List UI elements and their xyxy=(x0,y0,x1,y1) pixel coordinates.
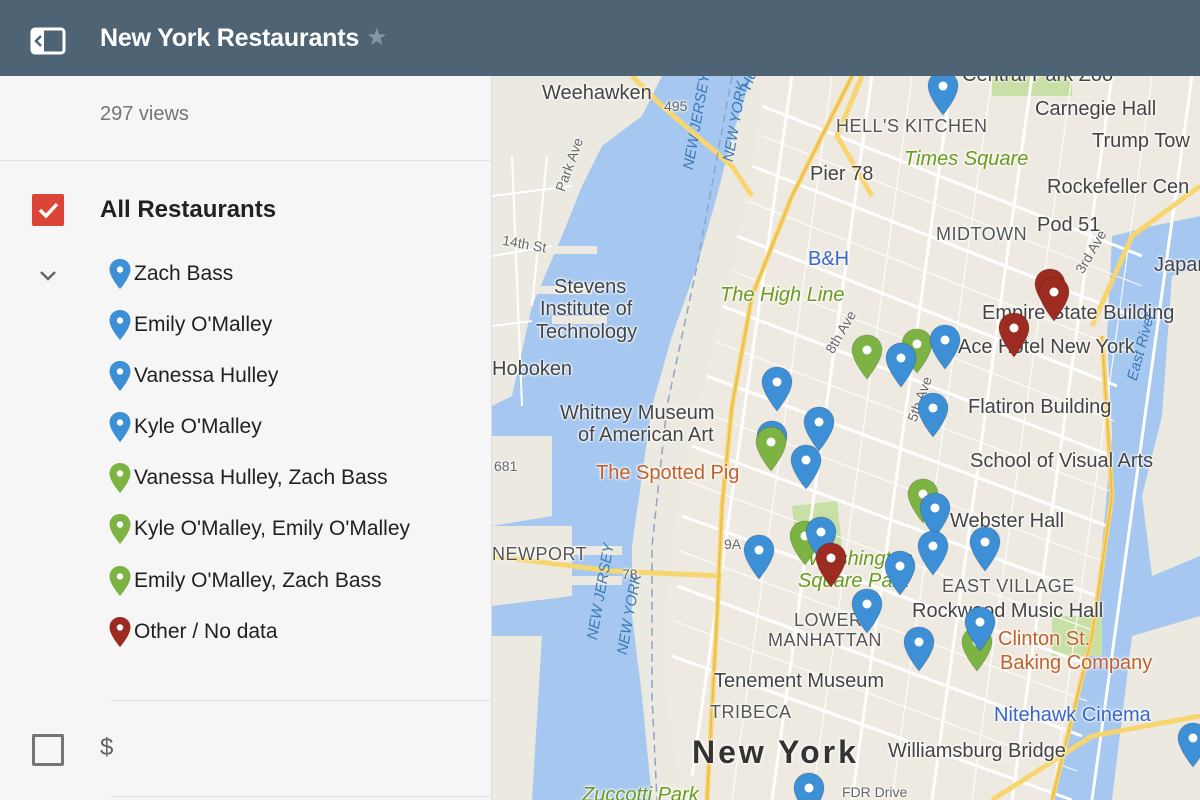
map-label-carnegie-hall: Carnegie Hall xyxy=(1035,98,1157,120)
marker-chelsea-green[interactable] xyxy=(850,334,884,380)
marker-chelsea-2[interactable] xyxy=(884,342,918,388)
map-label-route9a: 9A xyxy=(724,536,742,552)
panel-toggle-icon[interactable] xyxy=(30,27,66,55)
legend-label: Emily O'Malley xyxy=(134,313,273,336)
legend-item[interactable]: Emily O'Malley xyxy=(108,307,272,343)
map-label-newport: NEWPORT xyxy=(492,544,588,564)
legend-label: Zach Bass xyxy=(134,262,234,285)
map-label-spotted-pig: The Spotted Pig xyxy=(596,462,740,484)
map-label-east-village: EAST VILLAGE xyxy=(942,576,1075,596)
map-label-rockefeller: Rockefeller Cen xyxy=(1047,176,1190,198)
map-label-whitney1: Whitney Museum xyxy=(560,402,715,424)
map-title[interactable]: New York Restaurants xyxy=(100,24,359,53)
layer-name[interactable]: All Restaurants xyxy=(100,196,276,224)
legend-label: Emily O'Malley, Zach Bass xyxy=(134,569,382,592)
marker-les[interactable] xyxy=(902,626,936,672)
divider xyxy=(110,700,492,701)
map-label-central-park-zoo: Central Park Zoo xyxy=(962,76,1113,87)
sidebar: 297 views All Restaurants Zach Bass Emily… xyxy=(0,76,492,800)
legend-item[interactable]: Zach Bass xyxy=(108,256,233,292)
map-label-hells-kitchen: HELL'S KITCHEN xyxy=(836,116,988,136)
map-pin-icon xyxy=(109,617,131,647)
marker-chelsea-3[interactable] xyxy=(928,324,962,370)
star-icon[interactable]: ★ xyxy=(366,24,388,52)
map-label-williamsburg: Williamsburg Bridge xyxy=(888,740,1066,762)
map-label-japan: Japan xyxy=(1154,254,1200,276)
marker-union-2[interactable] xyxy=(916,530,950,576)
map-label-rockwood: Rockwood Music Hall xyxy=(912,600,1104,622)
checkmark-icon xyxy=(38,202,59,219)
view-count: 297 views xyxy=(100,103,189,125)
legend-label: Kyle O'Malley, Emily O'Malley xyxy=(134,517,411,540)
legend-item[interactable]: Other / No data xyxy=(108,614,278,650)
layer2-checkbox[interactable] xyxy=(32,734,64,766)
map-label-nitehawk: Nitehawk Cinema xyxy=(994,704,1151,726)
map-label-flatiron: Flatiron Building xyxy=(968,396,1112,418)
legend-item[interactable]: Kyle O'Malley, Emily O'Malley xyxy=(108,511,410,547)
legend-item[interactable]: Vanessa Hulley, Zach Bass xyxy=(108,460,388,496)
legend-label: Vanessa Hulley, Zach Bass xyxy=(134,466,388,489)
map-label-clinton1: Clinton St. xyxy=(998,628,1091,650)
legend-label: Vanessa Hulley xyxy=(134,364,279,387)
map-label-zuccotti: Zuccotti Park xyxy=(582,784,699,800)
marker-soho[interactable] xyxy=(850,588,884,634)
marker-village-green[interactable] xyxy=(754,426,788,472)
map-label-ace-hotel: Ace Hotel New York xyxy=(958,336,1135,358)
map-label-times-square: Times Square xyxy=(904,148,1029,170)
marker-empire-2[interactable] xyxy=(1037,276,1071,322)
marker-wsp-red[interactable] xyxy=(814,542,848,588)
map-pin-icon xyxy=(109,310,131,340)
map-canvas[interactable]: Weehawken495HudsCentral Park ZooCarnegie… xyxy=(492,76,1200,800)
map-pin-icon xyxy=(109,361,131,391)
marker-brooklyn[interactable] xyxy=(1176,722,1200,768)
legend-label: Other / No data xyxy=(134,620,278,643)
map-label-weehawken: Weehawken xyxy=(542,82,652,104)
map-label-bh: B&H xyxy=(808,248,850,270)
marker-east-village[interactable] xyxy=(968,526,1002,572)
map-label-school-va: School of Visual Arts xyxy=(970,450,1154,472)
map-label-stevens3: Technology xyxy=(536,321,638,343)
chevron-down-icon[interactable] xyxy=(36,264,60,288)
map-label-tenement: Tenement Museum xyxy=(714,670,885,692)
map-label-fdr: FDR Drive xyxy=(842,784,908,800)
marker-clinton-blue[interactable] xyxy=(963,606,997,652)
map-pin-icon xyxy=(109,259,131,289)
map-label-stevens1: Stevens xyxy=(554,276,627,298)
map-label-clinton2: Baking Company xyxy=(1000,652,1153,674)
map-label-stevens2: Institute of xyxy=(540,298,633,320)
map-label-tribeca: TRIBECA xyxy=(710,702,792,722)
map-label-high-line: The High Line xyxy=(720,284,845,306)
divider xyxy=(0,160,492,161)
marker-nolita[interactable] xyxy=(883,550,917,596)
legend-label: Kyle O'Malley xyxy=(134,415,262,438)
divider xyxy=(110,796,492,797)
map-label-hoboken: Hoboken xyxy=(492,358,573,380)
marker-village-2[interactable] xyxy=(742,534,776,580)
marker-village-1[interactable] xyxy=(789,444,823,490)
layer-checkbox[interactable] xyxy=(32,194,64,226)
marker-flatiron[interactable] xyxy=(916,392,950,438)
map-label-new-york-big: New York xyxy=(692,734,859,770)
legend-item[interactable]: Vanessa Hulley xyxy=(108,358,278,394)
map-label-whitney2: of American Art xyxy=(578,424,714,446)
map-label-pier78: Pier 78 xyxy=(810,163,874,185)
map-label-midtown: MIDTOWN xyxy=(936,224,1028,244)
map-label-trump-tower: Trump Tow xyxy=(1092,130,1190,152)
map-pin-icon xyxy=(109,514,131,544)
layer2-name[interactable]: $ xyxy=(100,734,113,762)
map-pin-icon xyxy=(109,412,131,442)
map-pin-icon xyxy=(109,463,131,493)
marker-central-park[interactable] xyxy=(926,76,960,116)
map-pin-icon xyxy=(109,566,131,596)
marker-chelsea-1[interactable] xyxy=(760,366,794,412)
legend-item[interactable]: Kyle O'Malley xyxy=(108,409,262,445)
legend-item[interactable]: Emily O'Malley, Zach Bass xyxy=(108,563,382,599)
map-label-route681: 681 xyxy=(494,458,518,474)
map-label-route495: 495 xyxy=(664,98,688,114)
marker-ace[interactable] xyxy=(997,312,1031,358)
app-header: New York Restaurants ★ xyxy=(0,0,1200,76)
marker-zuccotti[interactable] xyxy=(792,772,826,800)
